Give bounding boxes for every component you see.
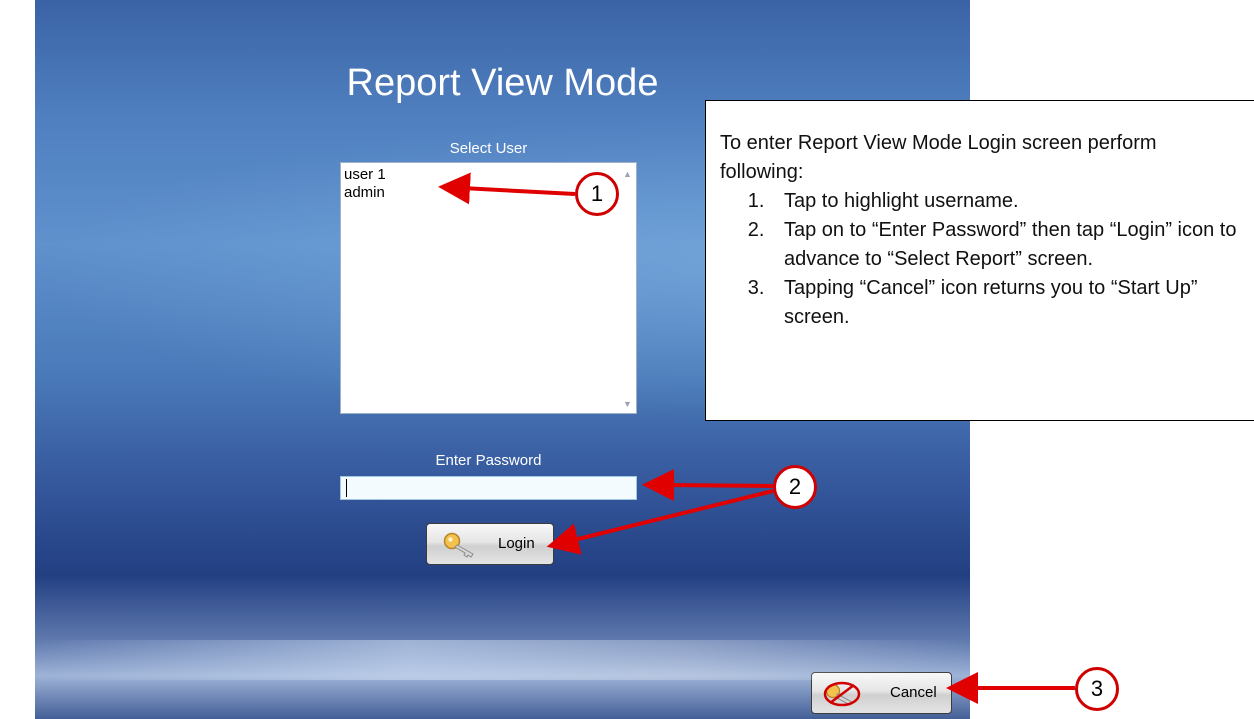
- marker-badge-3: 3: [1075, 667, 1119, 711]
- arrow-2b: [546, 489, 774, 555]
- arrow-1: [438, 172, 576, 205]
- arrow-2a: [642, 469, 774, 502]
- marker-badge-2: 2: [773, 465, 817, 509]
- annotation-arrows: [438, 172, 1075, 704]
- marker-badge-1: 1: [575, 172, 619, 216]
